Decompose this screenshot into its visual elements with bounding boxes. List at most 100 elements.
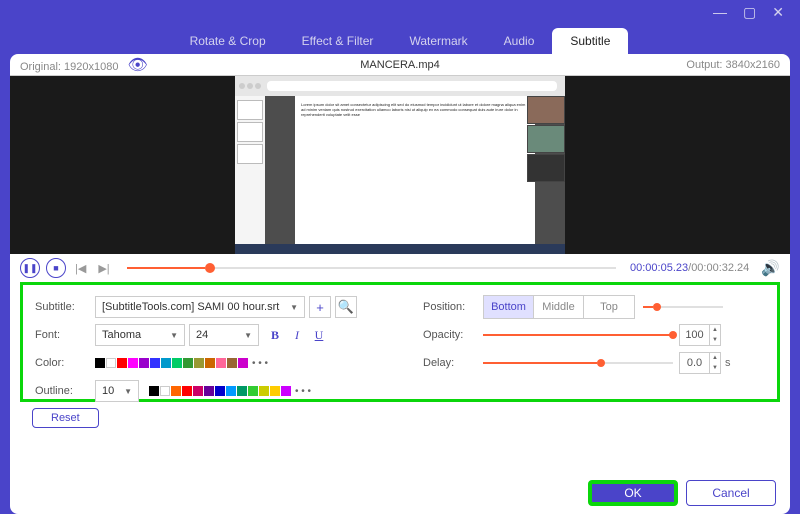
bold-button[interactable]: B bbox=[265, 325, 285, 345]
color-label: Color: bbox=[35, 357, 95, 369]
outline-color-swatch[interactable] bbox=[193, 386, 203, 396]
delay-value[interactable]: 0.0 ▲▼ bbox=[679, 352, 721, 374]
opacity-slider[interactable] bbox=[483, 334, 673, 336]
subtitle-label: Subtitle: bbox=[35, 301, 95, 313]
outline-color-swatch[interactable] bbox=[149, 386, 159, 396]
tab-bar: Rotate & Crop Effect & Filter Watermark … bbox=[0, 24, 800, 54]
opacity-value[interactable]: 100 ▲▼ bbox=[679, 324, 721, 346]
tab-subtitle[interactable]: Subtitle bbox=[552, 28, 628, 54]
delay-unit: s bbox=[725, 357, 731, 369]
file-name: MANCERA.mp4 bbox=[360, 59, 439, 71]
next-frame-button[interactable]: ▶| bbox=[95, 262, 112, 275]
outline-color-swatch[interactable] bbox=[237, 386, 247, 396]
spinner-down-icon[interactable]: ▼ bbox=[710, 363, 720, 373]
outline-size-dropdown[interactable]: 10▼ bbox=[95, 380, 139, 402]
outline-color-swatch[interactable] bbox=[270, 386, 280, 396]
outline-color-swatch[interactable] bbox=[226, 386, 236, 396]
more-outline-colors-button[interactable]: • • • bbox=[295, 386, 311, 397]
color-swatch[interactable] bbox=[106, 358, 116, 368]
visibility-toggle-icon[interactable]: 👁 bbox=[128, 57, 148, 74]
ok-button[interactable]: OK bbox=[588, 480, 678, 506]
chevron-down-icon: ▼ bbox=[124, 387, 132, 396]
outline-color-swatch[interactable] bbox=[182, 386, 192, 396]
color-swatch[interactable] bbox=[183, 358, 193, 368]
color-swatch[interactable] bbox=[117, 358, 127, 368]
progress-slider[interactable] bbox=[127, 267, 616, 269]
position-slider[interactable] bbox=[643, 306, 723, 308]
stop-button[interactable]: ■ bbox=[46, 258, 66, 278]
original-resolution: 1920x1080 bbox=[64, 61, 118, 73]
underline-button[interactable]: U bbox=[309, 325, 329, 345]
color-swatch[interactable] bbox=[161, 358, 171, 368]
spinner-down-icon[interactable]: ▼ bbox=[710, 335, 720, 345]
delay-slider[interactable] bbox=[483, 362, 673, 364]
color-swatch[interactable] bbox=[194, 358, 204, 368]
spinner-up-icon[interactable]: ▲ bbox=[710, 325, 720, 335]
outline-color-swatches bbox=[149, 386, 291, 396]
color-swatch[interactable] bbox=[205, 358, 215, 368]
outline-color-swatch[interactable] bbox=[204, 386, 214, 396]
position-bottom[interactable]: Bottom bbox=[484, 296, 534, 318]
outline-label: Outline: bbox=[35, 385, 95, 397]
video-frame: Lorem ipsum dolor sit amet consectetur a… bbox=[235, 76, 565, 254]
more-colors-button[interactable]: • • • bbox=[252, 358, 268, 369]
original-label: Original: bbox=[20, 61, 61, 73]
app-window: — ▢ ✕ Rotate & Crop Effect & Filter Wate… bbox=[0, 0, 800, 507]
search-subtitle-button[interactable]: 🔍 bbox=[335, 296, 357, 318]
tab-watermark[interactable]: Watermark bbox=[391, 28, 485, 54]
outline-color-swatch[interactable] bbox=[171, 386, 181, 396]
volume-icon[interactable]: 🔊 bbox=[761, 259, 780, 277]
chevron-down-icon: ▼ bbox=[244, 331, 252, 340]
prev-frame-button[interactable]: |◀ bbox=[72, 262, 89, 275]
subtitle-file-dropdown[interactable]: [SubtitleTools.com] SAMI 00 hour.srt▼ bbox=[95, 296, 305, 318]
video-preview: Lorem ipsum dolor sit amet consectetur a… bbox=[10, 76, 790, 254]
outline-color-swatch[interactable] bbox=[259, 386, 269, 396]
color-swatch[interactable] bbox=[172, 358, 182, 368]
outline-color-swatch[interactable] bbox=[248, 386, 258, 396]
footer-buttons: OK Cancel bbox=[588, 480, 776, 506]
position-middle[interactable]: Middle bbox=[534, 296, 584, 318]
italic-button[interactable]: I bbox=[287, 325, 307, 345]
tab-rotate-crop[interactable]: Rotate & Crop bbox=[172, 28, 284, 54]
font-size-dropdown[interactable]: 24▼ bbox=[189, 324, 259, 346]
current-time: 00:00:05.23 bbox=[630, 262, 688, 274]
duration: 00:00:32.24 bbox=[691, 262, 749, 274]
preview-header: Original: 1920x1080 👁 MANCERA.mp4 Output… bbox=[10, 54, 790, 76]
chevron-down-icon: ▼ bbox=[290, 303, 298, 312]
cancel-button[interactable]: Cancel bbox=[686, 480, 776, 506]
titlebar: — ▢ ✕ bbox=[0, 0, 800, 24]
outline-color-swatch[interactable] bbox=[160, 386, 170, 396]
opacity-label: Opacity: bbox=[423, 329, 483, 341]
color-swatch[interactable] bbox=[227, 358, 237, 368]
output-label: Output: bbox=[686, 59, 722, 71]
color-swatch[interactable] bbox=[139, 358, 149, 368]
color-swatch[interactable] bbox=[216, 358, 226, 368]
subtitle-settings: Subtitle: [SubtitleTools.com] SAMI 00 ho… bbox=[20, 282, 780, 402]
playback-controls: ❚❚ ■ |◀ ▶| 00:00:05.23/00:00:32.24 🔊 bbox=[10, 254, 790, 282]
color-swatch[interactable] bbox=[128, 358, 138, 368]
main-panel: Original: 1920x1080 👁 MANCERA.mp4 Output… bbox=[10, 54, 790, 514]
reset-button[interactable]: Reset bbox=[32, 408, 99, 428]
tab-audio[interactable]: Audio bbox=[486, 28, 553, 54]
font-dropdown[interactable]: Tahoma▼ bbox=[95, 324, 185, 346]
maximize-icon[interactable]: ▢ bbox=[735, 4, 764, 21]
tab-effect-filter[interactable]: Effect & Filter bbox=[284, 28, 392, 54]
outline-color-swatch[interactable] bbox=[281, 386, 291, 396]
position-top[interactable]: Top bbox=[584, 296, 634, 318]
outline-color-swatch[interactable] bbox=[215, 386, 225, 396]
spinner-up-icon[interactable]: ▲ bbox=[710, 353, 720, 363]
output-resolution: 3840x2160 bbox=[726, 59, 780, 71]
position-label: Position: bbox=[423, 301, 483, 313]
color-swatch[interactable] bbox=[95, 358, 105, 368]
close-icon[interactable]: ✕ bbox=[764, 4, 792, 21]
add-subtitle-button[interactable]: + bbox=[309, 296, 331, 318]
chevron-down-icon: ▼ bbox=[170, 331, 178, 340]
minimize-icon[interactable]: — bbox=[705, 4, 735, 20]
color-swatch[interactable] bbox=[150, 358, 160, 368]
color-swatch[interactable] bbox=[238, 358, 248, 368]
time-display: 00:00:05.23/00:00:32.24 bbox=[630, 262, 749, 274]
pause-button[interactable]: ❚❚ bbox=[20, 258, 40, 278]
delay-label: Delay: bbox=[423, 357, 483, 369]
font-label: Font: bbox=[35, 329, 95, 341]
color-swatches bbox=[95, 358, 248, 368]
